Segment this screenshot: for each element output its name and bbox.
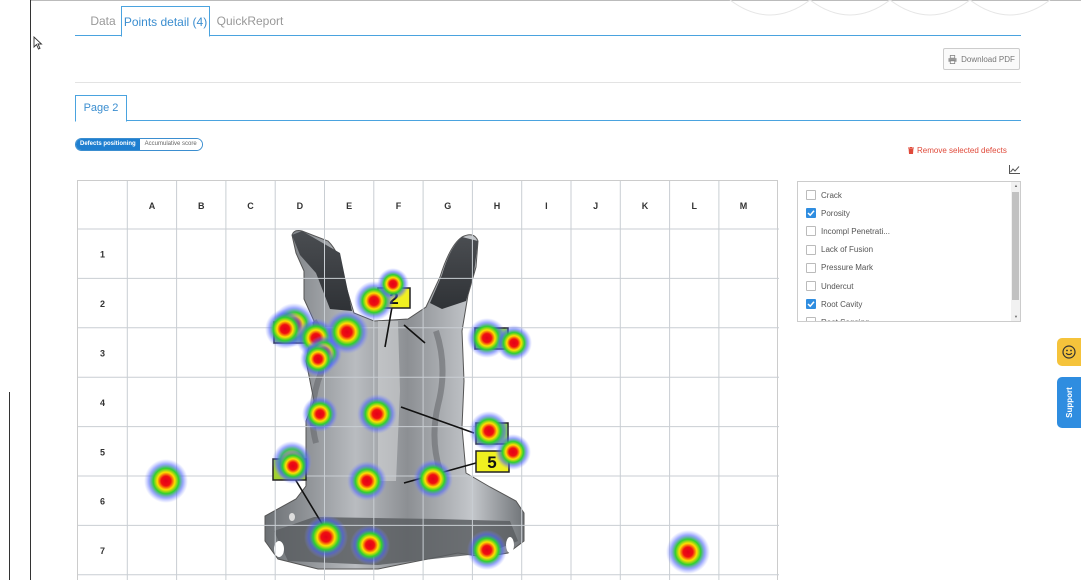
checkbox[interactable] [806,244,816,255]
scroll-down-arrow-icon[interactable]: ▼ [1014,314,1018,319]
grid-column-label: I [545,201,548,211]
feedback-button[interactable] [1057,338,1081,366]
line-chart-icon[interactable] [1009,165,1020,174]
defect-option-label: Undercut [821,281,854,291]
trash-icon [908,147,914,154]
toggle-accumulative-score[interactable]: Accumulative score [139,139,202,150]
tab-data[interactable]: Data [85,6,121,36]
grid-row-label: 2 [100,299,105,309]
scroll-thumb[interactable] [1012,192,1019,300]
grid-row-label: 7 [100,546,105,556]
defect-option[interactable]: Incompl Penetrati... [798,222,1020,240]
checkbox[interactable] [806,281,816,292]
heatmap-spot[interactable] [302,396,338,432]
checkbox[interactable] [806,317,816,321]
remove-selected-defects-label: Remove selected defects [917,146,1007,155]
defect-option-label: Lack of Fusion [821,245,874,255]
support-button[interactable]: Support [1057,377,1081,428]
defect-option-label: Incompl Penetrati... [821,226,890,236]
tab-page-2[interactable]: Page 2 [75,95,127,122]
heatmap-spot[interactable] [350,525,390,565]
heatmap-spot[interactable] [347,461,387,501]
left-panel-edge [9,392,10,580]
grid-column-label: K [642,201,649,211]
grid-column-label: M [740,201,748,211]
view-mode-toggle[interactable]: Defects positioning Accumulative score [75,138,203,151]
mouse-cursor-icon [33,36,43,50]
row-labels: 1 2 3 4 5 6 7 [100,250,105,556]
grid-column-label: H [494,201,501,211]
defect-option-label: Porosity [821,208,850,218]
page-tabs: Page 2 [75,95,1021,122]
heatmap-spot[interactable] [496,325,532,361]
support-label: Support [1064,387,1074,418]
window-left-border [30,0,31,580]
defect-option-label: Root Cavity [821,299,863,309]
heatmap-spot[interactable] [377,268,409,300]
remove-selected-defects-link[interactable]: Remove selected defects [908,146,1007,155]
defect-option-label: Root Sagging [821,318,869,321]
grid-row-label: 6 [100,497,105,507]
main-tabs: Data Points detail (4) QuickReport [75,6,1021,37]
grid-column-label: E [346,201,352,211]
checkbox[interactable] [806,226,816,237]
grid-column-label: L [692,201,698,211]
toggle-defects-positioning[interactable]: Defects positioning [76,139,140,150]
smiley-icon [1062,345,1076,359]
heatmap-spot[interactable] [467,530,507,570]
column-labels: A B C D E F G H I J K L M [149,201,748,211]
heatmap-spot[interactable] [304,515,348,559]
heatmap-spot[interactable] [413,459,453,499]
heatmap-spot[interactable] [495,434,531,470]
grid-row-label: 5 [100,447,105,457]
heatmap-spot[interactable] [666,530,710,574]
defect-option-label: Crack [821,190,842,200]
heatmap-spot[interactable] [357,394,397,434]
defect-option[interactable]: Porosity [798,204,1020,222]
defect-option[interactable]: Root Sagging [798,313,1020,321]
checkbox[interactable] [806,190,816,201]
grid-column-label: F [396,201,402,211]
checkmark-icon [807,301,815,308]
defect-option-label: Pressure Mark [821,263,874,273]
grid-row-label: 3 [100,349,105,359]
checkbox-checked[interactable] [806,208,816,219]
defect-type-list[interactable]: Crack Porosity Incompl Penetrati... Lack of… [797,181,1021,322]
defect-option[interactable]: Undercut [798,277,1020,295]
grid-column-label: B [198,201,205,211]
defect-position-grid: A B C D E F G H I J K L M 1 2 3 4 5 6 7 2 5 [77,180,779,580]
tab-points-detail[interactable]: Points detail (4) [121,6,210,37]
download-pdf-button[interactable]: Download PDF [943,48,1020,70]
scroll-up-arrow-icon[interactable]: ▲ [1014,183,1018,188]
tab-quickreport[interactable]: QuickReport [215,6,285,36]
grid-column-label: G [444,201,451,211]
defect-option[interactable]: Pressure Mark [798,259,1020,277]
grid-row-label: 4 [100,398,105,408]
checkmark-icon [807,210,815,217]
grid-column-label: J [593,201,598,211]
defect-option[interactable]: Root Cavity [798,295,1020,313]
callout-label-5: 5 [487,453,496,472]
defect-list-scrollbar[interactable]: ▲ ▼ [1011,182,1020,321]
checkbox[interactable] [806,262,816,273]
defect-option[interactable]: Crack [798,186,1020,204]
printer-icon [948,54,957,64]
grid-column-label: A [149,201,156,211]
heatmap-spot[interactable] [275,448,311,484]
defect-option[interactable]: Lack of Fusion [798,241,1020,259]
grid-column-label: D [297,201,304,211]
heatmap-spot[interactable] [144,459,188,503]
grid-column-label: C [247,201,254,211]
divider [75,82,1021,83]
download-pdf-label: Download PDF [961,54,1015,64]
grid-canvas: A B C D E F G H I J K L M 1 2 3 4 5 6 7 2 5 [78,181,779,580]
grid-row-label: 1 [100,250,105,260]
checkbox-checked[interactable] [806,299,816,310]
